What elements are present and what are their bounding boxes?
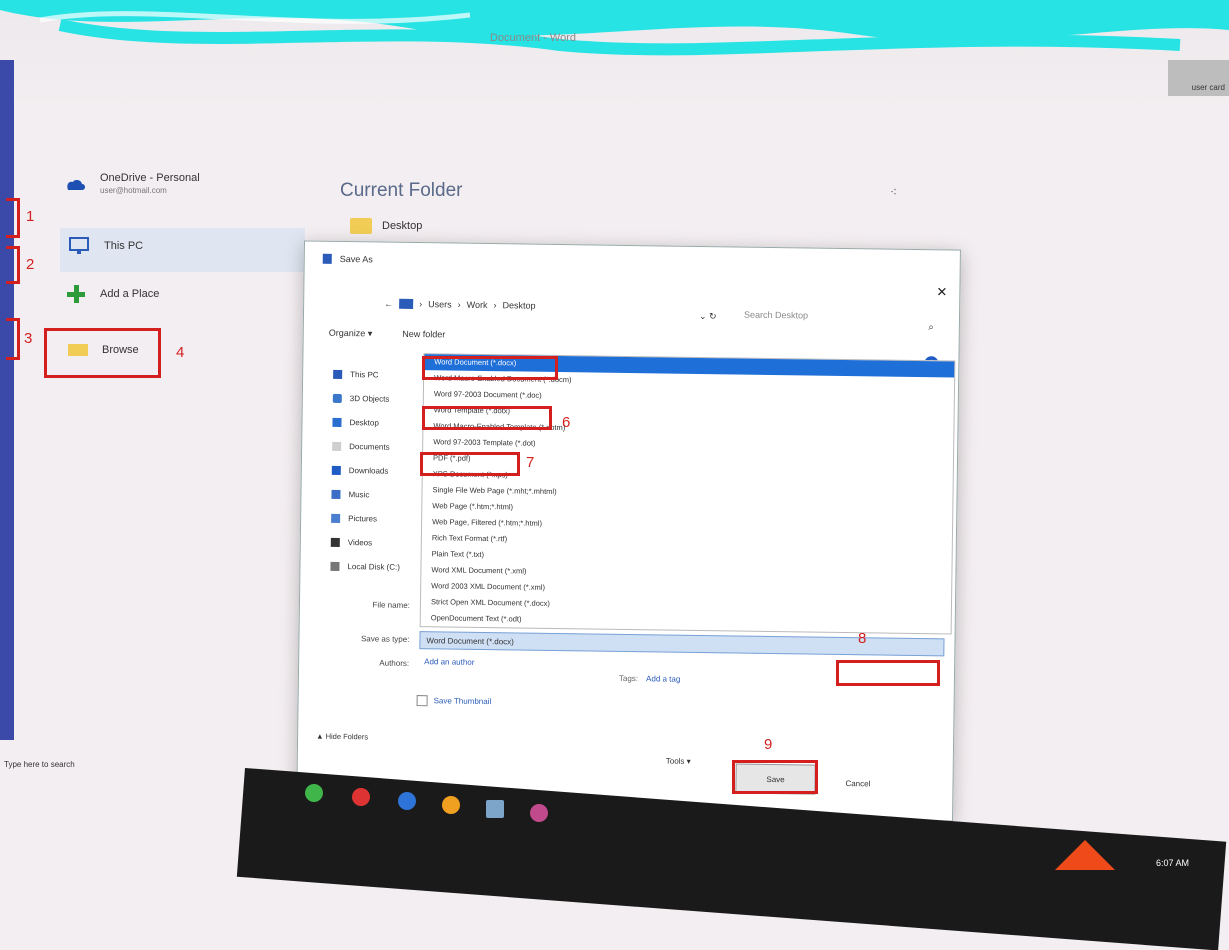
desktop-icon	[332, 417, 342, 427]
pin-icon[interactable]: ⁖	[890, 185, 897, 199]
new-folder-button[interactable]: New folder	[402, 329, 445, 341]
add-place-label: Add a Place	[100, 288, 160, 300]
app-icon[interactable]	[486, 800, 504, 818]
document-icon	[332, 441, 342, 451]
app-icon[interactable]	[352, 788, 370, 806]
nav-item[interactable]: Downloads	[331, 458, 402, 483]
word-icon	[322, 253, 332, 264]
annotation-label: 4	[176, 344, 185, 361]
breadcrumb-item[interactable]: Desktop	[502, 300, 535, 310]
annotation-box-template	[422, 406, 552, 430]
annotation-label: 2	[26, 256, 35, 273]
close-icon[interactable]: ✕	[936, 284, 947, 300]
nav-item[interactable]: Documents	[332, 434, 402, 459]
organize-button[interactable]: Organize ▾	[329, 328, 373, 340]
plus-icon	[66, 284, 86, 304]
tags-field[interactable]: Add a tag	[646, 674, 680, 683]
annotation-box-pdf	[420, 452, 520, 476]
nav-item[interactable]: Local Disk (C:)	[330, 554, 400, 579]
music-icon	[331, 489, 341, 499]
annotation-box-1	[6, 198, 20, 238]
nav-item[interactable]: This PC	[333, 362, 403, 387]
cloud-icon	[62, 176, 86, 192]
current-folder-item[interactable]: Desktop	[350, 218, 422, 234]
annotation-box-docx	[422, 356, 558, 380]
nav-pane: This PC 3D Objects Desktop Documents Dow…	[330, 362, 402, 579]
nav-item[interactable]: Videos	[330, 530, 401, 555]
authors-label: Authors:	[379, 658, 410, 668]
folder-icon	[350, 218, 372, 234]
annotation-label: 9	[764, 736, 773, 753]
this-pc-location[interactable]: This PC	[68, 236, 143, 256]
left-accent-strip	[0, 60, 14, 740]
videos-icon	[330, 537, 340, 547]
taskbar-search-text[interactable]: Type here to search	[4, 760, 75, 769]
save-thumbnail-checkbox[interactable]: Save Thumbnail	[416, 695, 492, 707]
tools-button[interactable]: Tools ▾	[666, 757, 691, 766]
annotation-box-type-dropdown	[836, 660, 940, 686]
annotation-box-save	[732, 760, 818, 794]
account-thumbnail[interactable]: user card	[1168, 60, 1229, 96]
pictures-icon	[331, 513, 341, 523]
tags-label: Tags:	[618, 673, 639, 684]
checkbox-icon	[416, 695, 428, 707]
nav-item[interactable]: Pictures	[331, 506, 401, 531]
annotation-box-2	[6, 246, 20, 284]
arrow-icon	[1055, 840, 1115, 870]
dialog-title-bar: Save As	[322, 253, 373, 265]
current-folder-title: Current Folder	[340, 180, 463, 201]
pc-icon	[399, 298, 414, 309]
app-icon[interactable]	[305, 784, 323, 802]
add-place-button[interactable]: Add a Place	[66, 284, 159, 304]
account-thumbnail-label: user card	[1191, 83, 1225, 92]
cyan-scribble	[0, 0, 1229, 56]
authors-field[interactable]: Add an author	[424, 657, 474, 667]
nav-item[interactable]: Music	[331, 482, 401, 507]
dialog-toolbar: Organize ▾ New folder	[329, 328, 446, 341]
chrome-icon[interactable]	[442, 796, 460, 814]
search-input[interactable]: Search Desktop	[744, 310, 808, 321]
file-name-label: File name:	[372, 600, 411, 610]
nav-item[interactable]: Desktop	[332, 410, 402, 435]
annotation-box-3	[6, 318, 20, 360]
save-as-type-label: Save as type:	[360, 634, 410, 644]
file-type-dropdown-list[interactable]: Word Document (*.docx) Word Macro-Enable…	[419, 353, 956, 635]
download-icon	[331, 465, 341, 475]
cancel-button[interactable]: Cancel	[845, 779, 870, 788]
taskbar-clock: 6:07 AM	[1155, 858, 1189, 868]
nav-item[interactable]: 3D Objects	[332, 386, 403, 411]
dialog-title: Save As	[339, 253, 373, 265]
annotation-label: 7	[526, 454, 535, 471]
tags-row: Tags: Add a tag	[619, 674, 680, 684]
cube-icon	[332, 393, 342, 403]
save-thumbnail-label: Save Thumbnail	[433, 696, 492, 707]
this-pc-label: This PC	[104, 240, 144, 252]
app-icon[interactable]	[530, 804, 548, 822]
save-as-dialog: Save As ✕ ← › Users › Work › Desktop ⌄ ↻ Se…	[296, 240, 961, 822]
breadcrumb-item[interactable]: Work	[467, 300, 488, 310]
annotation-box-browse	[44, 328, 161, 378]
refresh-icon[interactable]: ⌄ ↻	[699, 311, 717, 322]
annotation-label: 3	[24, 330, 33, 347]
annotation-label: 8	[858, 630, 867, 647]
hide-folders-button[interactable]: ▲ Hide Folders	[316, 732, 368, 742]
breadcrumb[interactable]: ← › Users › Work › Desktop	[384, 299, 536, 311]
drive-icon	[330, 561, 340, 571]
onedrive-location[interactable]: OneDrive - Personal user@hotmail.com	[62, 172, 200, 195]
annotation-label: 6	[562, 414, 571, 431]
back-arrow-icon[interactable]: ←	[384, 299, 393, 309]
monitor-icon	[68, 236, 90, 256]
app-icon[interactable]	[398, 792, 416, 810]
onedrive-label: OneDrive - Personal	[100, 172, 200, 184]
breadcrumb-item[interactable]: Users	[428, 299, 452, 309]
onedrive-email: user@hotmail.com	[100, 186, 167, 195]
pc-icon	[333, 369, 343, 379]
search-icon[interactable]: ⌕	[928, 322, 934, 333]
window-title: Document - Word	[490, 32, 576, 44]
current-folder-name: Desktop	[382, 220, 423, 232]
annotation-label: 1	[26, 208, 35, 225]
